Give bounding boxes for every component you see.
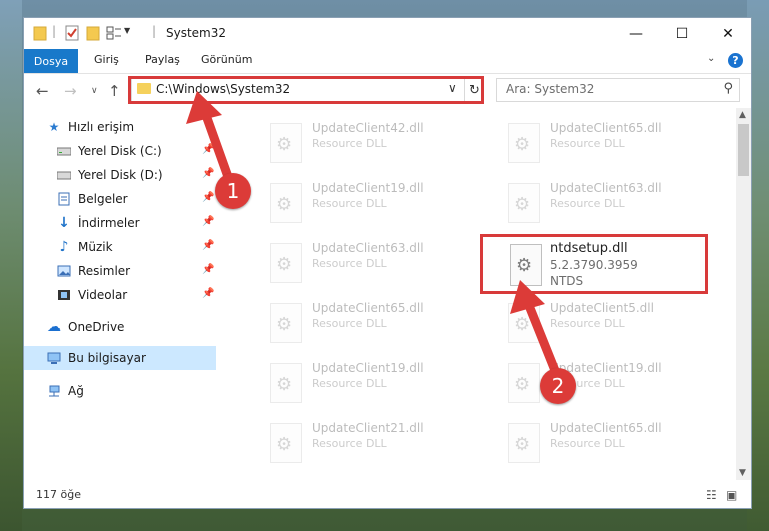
annotation-arrows [186,91,561,378]
file-explorer-window: | ▼ | System32 — ☐ ✕ Dosya Giriş Paylaş … [24,18,751,508]
step-1-badge: 1 [215,173,251,209]
desktop-background-left [0,0,22,531]
step-2-badge: 2 [540,368,576,404]
arrow-2-icon [510,280,561,378]
